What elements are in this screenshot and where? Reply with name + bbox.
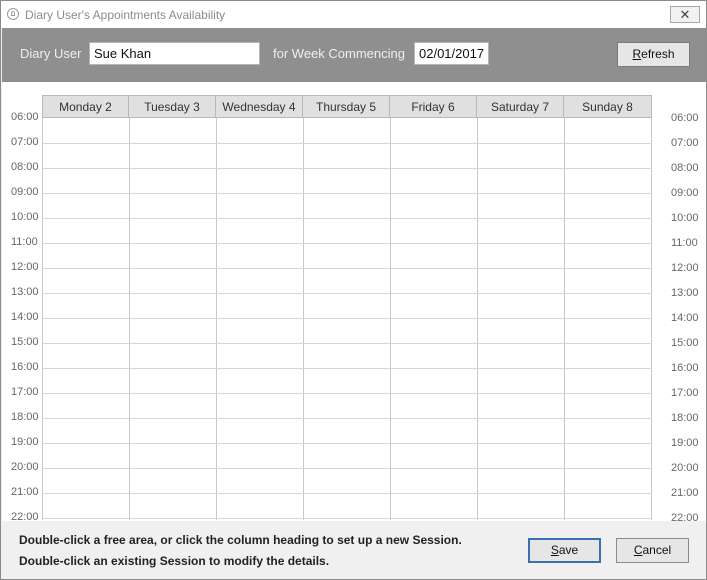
hour-gridline xyxy=(42,293,652,294)
day-column-heading[interactable]: Friday 6 xyxy=(390,95,477,118)
hour-label-right: 13:00 xyxy=(671,287,699,299)
grid-column-divider xyxy=(129,118,130,520)
hour-gridline xyxy=(42,193,652,194)
hour-label-left: 12:00 xyxy=(11,261,39,273)
hour-gridline xyxy=(42,343,652,344)
day-column-heading[interactable]: Sunday 8 xyxy=(564,95,652,118)
hour-label-left: 15:00 xyxy=(11,336,39,348)
grid-column-divider xyxy=(303,118,304,520)
app-icon xyxy=(7,8,19,20)
hour-label-left: 18:00 xyxy=(11,411,39,423)
grid-column-divider xyxy=(42,118,43,520)
grid-column-divider xyxy=(390,118,391,520)
diary-user-label: Diary User xyxy=(20,46,82,61)
hour-label-right: 18:00 xyxy=(671,412,699,424)
hour-label-left: 08:00 xyxy=(11,161,39,173)
hour-gridline xyxy=(42,418,652,419)
hour-label-left: 19:00 xyxy=(11,436,39,448)
refresh-button-label: Refresh xyxy=(632,47,675,61)
hour-label-left: 09:00 xyxy=(11,186,39,198)
hour-gridline xyxy=(42,318,652,319)
hour-gridline xyxy=(42,368,652,369)
title-bar: Diary User's Appointments Availability ✕ xyxy=(1,1,706,28)
hour-gridline xyxy=(42,243,652,244)
window-title: Diary User's Appointments Availability xyxy=(25,8,226,22)
hour-label-right: 15:00 xyxy=(671,337,699,349)
close-button[interactable]: ✕ xyxy=(670,6,700,23)
hour-label-right: 14:00 xyxy=(671,312,699,324)
week-commencing-label: for Week Commencing xyxy=(273,46,405,61)
hour-label-left: 10:00 xyxy=(11,211,39,223)
hour-label-left: 20:00 xyxy=(11,461,39,473)
hour-gridline xyxy=(42,443,652,444)
footer-panel: Double-click a free area, or click the c… xyxy=(2,521,706,579)
diary-user-field[interactable]: Sue Khan xyxy=(89,42,260,65)
hour-label-right: 17:00 xyxy=(671,387,699,399)
hour-gridline xyxy=(42,218,652,219)
hour-gridline xyxy=(42,393,652,394)
hour-label-left: 11:00 xyxy=(11,236,38,248)
hour-label-right: 20:00 xyxy=(671,462,699,474)
grid-column-divider xyxy=(564,118,565,520)
hour-label-right: 21:00 xyxy=(671,487,699,499)
cancel-button[interactable]: Cancel xyxy=(616,538,689,563)
hint-modify-session: Double-click an existing Session to modi… xyxy=(19,554,330,568)
hour-gridline xyxy=(42,268,652,269)
grid-column-divider xyxy=(651,118,652,520)
week-grid[interactable]: Monday 2 Tuesday 3 Wednesday 4 Thursday 5 Fr… xyxy=(42,95,652,520)
hint-new-session: Double-click a free area, or click the c… xyxy=(19,533,462,547)
cancel-button-label: Cancel xyxy=(633,543,672,557)
hour-label-left: 13:00 xyxy=(11,286,39,298)
refresh-button[interactable]: Refresh xyxy=(617,42,690,67)
week-commencing-field[interactable]: 02/01/2017 xyxy=(414,42,489,65)
appointments-window: Diary User's Appointments Availability ✕… xyxy=(0,0,707,580)
hour-label-right: 16:00 xyxy=(671,362,699,374)
hour-label-right: 10:00 xyxy=(671,212,699,224)
hour-label-left: 21:00 xyxy=(11,486,39,498)
save-button-label: Save xyxy=(550,543,579,557)
hour-label-right: 09:00 xyxy=(671,187,699,199)
hour-label-right: 12:00 xyxy=(671,262,699,274)
hour-gridline xyxy=(42,468,652,469)
hour-label-right: 08:00 xyxy=(671,162,699,174)
hour-gridline xyxy=(42,143,652,144)
grid-column-divider xyxy=(477,118,478,520)
hour-gridline xyxy=(42,168,652,169)
hour-label-left: 16:00 xyxy=(11,361,39,373)
day-column-heading[interactable]: Wednesday 4 xyxy=(216,95,303,118)
hour-label-right: 06:00 xyxy=(671,112,699,124)
hour-label-right: 07:00 xyxy=(671,137,699,149)
grid-column-divider xyxy=(216,118,217,520)
hour-label-left: 06:00 xyxy=(11,111,39,123)
hour-label-left: 14:00 xyxy=(11,311,39,323)
hour-label-left: 07:00 xyxy=(11,136,39,148)
day-column-heading[interactable]: Saturday 7 xyxy=(477,95,564,118)
day-column-heading[interactable]: Monday 2 xyxy=(42,95,129,118)
save-button[interactable]: Save xyxy=(528,538,601,563)
hour-label-right: 11:00 xyxy=(671,237,698,249)
header-bar: Diary User Sue Khan for Week Commencing … xyxy=(2,28,706,82)
day-column-heading[interactable]: Tuesday 3 xyxy=(129,95,216,118)
hour-gridline xyxy=(42,518,652,519)
hour-gridline xyxy=(42,493,652,494)
day-column-heading[interactable]: Thursday 5 xyxy=(303,95,390,118)
close-icon: ✕ xyxy=(679,7,691,22)
hour-label-right: 19:00 xyxy=(671,437,699,449)
hour-label-left: 17:00 xyxy=(11,386,39,398)
